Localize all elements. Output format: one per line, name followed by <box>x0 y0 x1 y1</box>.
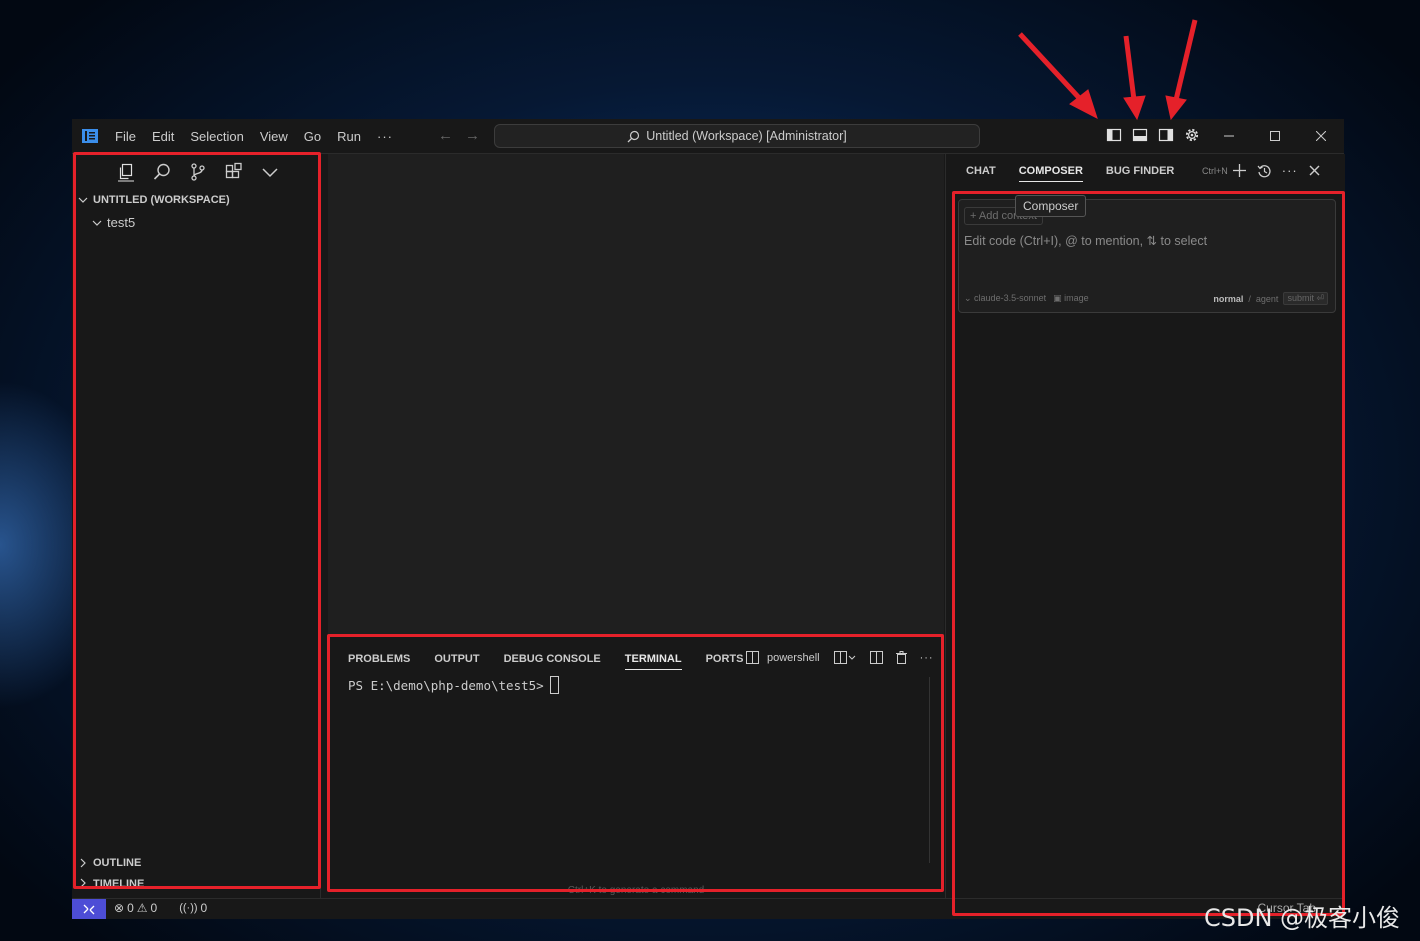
arrow-line-2 <box>1123 35 1137 101</box>
arrow-line-3 <box>1173 19 1198 101</box>
csdn-watermark: CSDN @极客小俊 <box>1204 904 1401 932</box>
arrow-line-1 <box>1018 32 1084 103</box>
annotation-arrows <box>1018 19 1198 121</box>
arrow-head-2-icon <box>1123 95 1146 121</box>
arrow-head-3-icon <box>1165 95 1187 121</box>
